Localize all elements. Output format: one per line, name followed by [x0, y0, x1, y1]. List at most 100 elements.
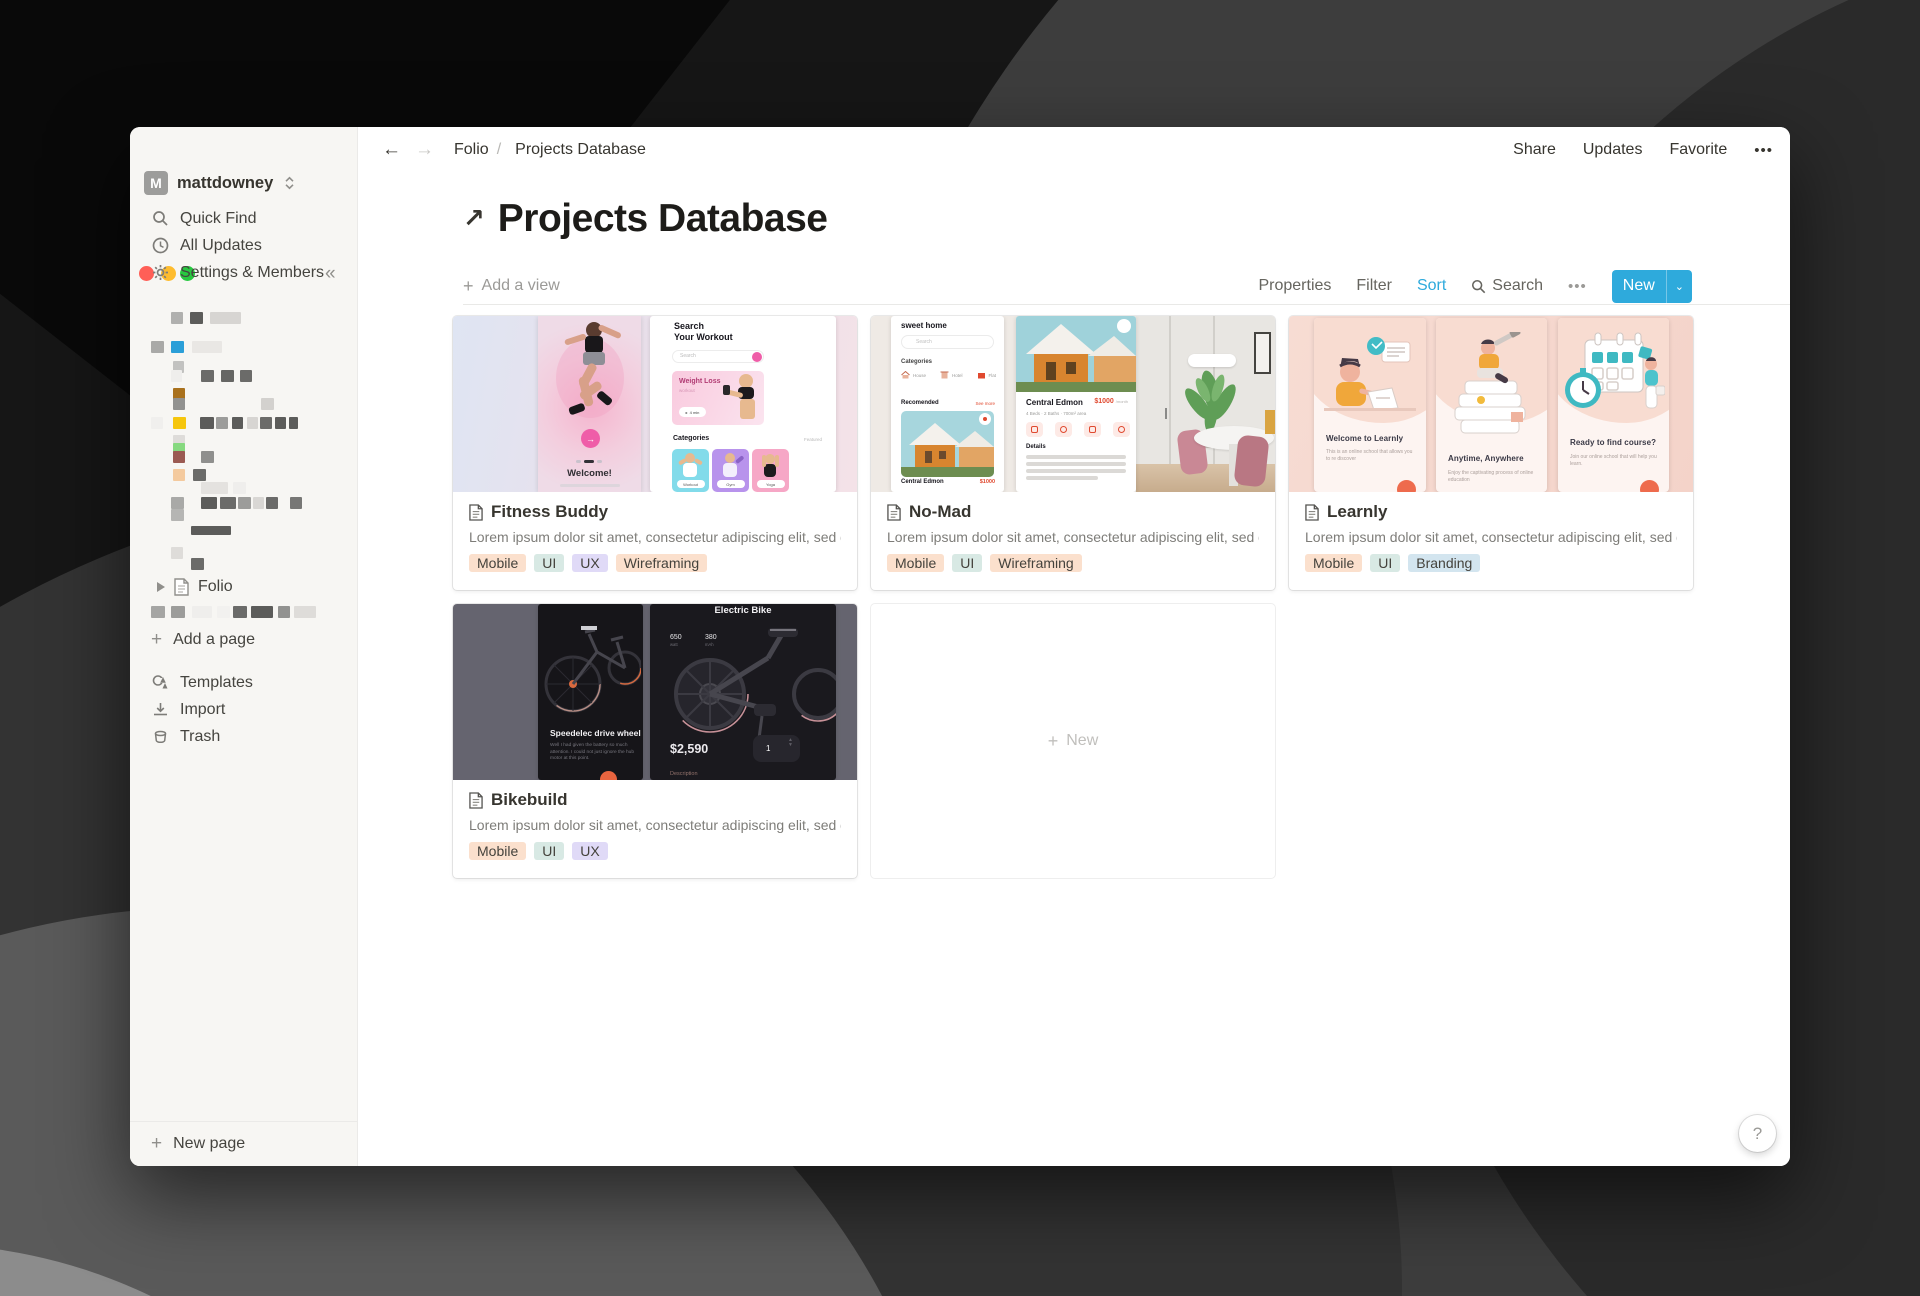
- view-more-options-icon[interactable]: •••: [1568, 278, 1587, 295]
- favorite-button[interactable]: Favorite: [1669, 141, 1727, 159]
- filter-button[interactable]: Filter: [1356, 277, 1392, 295]
- breadcrumb-parent[interactable]: Folio: [454, 141, 489, 159]
- new-card-button[interactable]: + New: [871, 604, 1275, 878]
- card-title: Learnly: [1327, 502, 1387, 522]
- sort-button[interactable]: Sort: [1417, 277, 1446, 295]
- card-grid: → Welcome! Search Your Workout Search We…: [453, 316, 1693, 878]
- page-icon: [469, 792, 483, 809]
- plus-icon: +: [463, 276, 474, 297]
- redacted-block: [266, 497, 278, 509]
- new-card-label: New: [1066, 732, 1098, 750]
- redacted-block: [171, 341, 184, 353]
- redacted-block: [151, 341, 164, 353]
- phone-screen: Ready to find course? Join our online sc…: [1558, 318, 1669, 492]
- phone-screen: Anytime, Anywhere Enjoy the captivating …: [1436, 318, 1547, 492]
- category-card: Yoga: [752, 449, 789, 492]
- sidebar-menu: Quick Find All Updates Settings & Member…: [130, 205, 357, 286]
- add-view-label: Add a view: [482, 277, 560, 295]
- project-card-bikebuild[interactable]: Speedelec drive wheel Well I had given t…: [453, 604, 857, 878]
- updates-button[interactable]: Updates: [1583, 141, 1643, 159]
- text-line: [1026, 469, 1126, 473]
- page-title-row: ↗ Projects Database: [463, 197, 827, 241]
- back-arrow-icon[interactable]: ←: [382, 139, 401, 161]
- bike-price: $2,590: [670, 742, 708, 756]
- project-card-fitness-buddy[interactable]: → Welcome! Search Your Workout Search We…: [453, 316, 857, 590]
- listing-name: Central Edmon: [901, 479, 944, 485]
- redacted-block: [253, 497, 264, 509]
- share-button[interactable]: Share: [1513, 141, 1556, 159]
- breadcrumb-current[interactable]: Projects Database: [515, 141, 646, 159]
- tag: Wireframing: [616, 554, 707, 572]
- next-circle-button: [1640, 480, 1659, 492]
- calendar-stopwatch-illustration: [1561, 330, 1665, 430]
- add-view-button[interactable]: + Add a view: [463, 276, 560, 297]
- page-icon: [887, 504, 901, 521]
- featured-link: Featured: [804, 437, 822, 442]
- workspace-switcher[interactable]: M mattdowney: [144, 170, 295, 196]
- listing-price: $1000 /month: [1094, 398, 1128, 405]
- category-figure: [672, 449, 709, 481]
- new-record-dropdown[interactable]: ⌄: [1666, 270, 1692, 303]
- plus-icon: +: [1048, 731, 1059, 752]
- new-record-button[interactable]: New ⌄: [1612, 270, 1692, 303]
- card-title-row: Fitness Buddy: [469, 502, 841, 522]
- sidebar-item-templates[interactable]: Templates: [130, 669, 357, 696]
- help-button[interactable]: ?: [1739, 1115, 1776, 1152]
- onboarding-subtext: Enjoy the captivating process of online …: [1448, 470, 1537, 484]
- card-tags: Mobile UI Wireframing: [887, 554, 1259, 572]
- duration-pill: ▸4 min: [679, 407, 706, 417]
- sidebar-item-trash[interactable]: Trash: [130, 723, 357, 750]
- card-cover-nomad: sweet home Search Categories House Hotel…: [871, 316, 1275, 492]
- sidebar-item-label: Settings & Members: [180, 264, 324, 282]
- books-telescope-illustration: [1441, 332, 1541, 444]
- sidebar-item-quick-find[interactable]: Quick Find: [130, 205, 357, 232]
- sidebar-item-all-updates[interactable]: All Updates: [130, 232, 357, 259]
- search-button[interactable]: Search: [1471, 277, 1543, 295]
- more-options-icon[interactable]: •••: [1754, 142, 1773, 159]
- redacted-block: [260, 417, 272, 429]
- decor-shape: [1169, 316, 1171, 466]
- add-a-page-button[interactable]: + Add a page: [130, 626, 357, 654]
- app-name: sweet home: [901, 321, 947, 330]
- gear-icon: [152, 264, 169, 281]
- quantity-value: 1: [766, 744, 770, 753]
- redacted-block: [294, 606, 316, 618]
- sidebar-item-folio[interactable]: Folio: [130, 573, 357, 601]
- sidebar-item-import[interactable]: Import: [130, 696, 357, 723]
- expand-toggle-icon[interactable]: [157, 582, 165, 592]
- properties-button[interactable]: Properties: [1258, 277, 1331, 295]
- search-icon: [152, 210, 169, 227]
- trash-icon: [152, 728, 169, 745]
- project-card-learnly[interactable]: Welcome to Learnly This is an online sch…: [1289, 316, 1693, 590]
- workspace-avatar: M: [144, 171, 168, 195]
- forward-arrow-icon[interactable]: →: [415, 139, 434, 161]
- redacted-block: [171, 370, 182, 382]
- add-a-page-label: Add a page: [173, 631, 255, 649]
- category-card: Gym: [712, 449, 749, 492]
- tag: UI: [534, 842, 564, 860]
- project-card-no-mad[interactable]: sweet home Search Categories House Hotel…: [871, 316, 1275, 590]
- redacted-block: [191, 526, 231, 535]
- sidebar-item-settings[interactable]: Settings & Members: [130, 259, 357, 286]
- new-page-label: New page: [173, 1135, 245, 1153]
- redacted-block: [193, 469, 206, 481]
- category-label: Gym: [717, 480, 745, 488]
- feature-icon: [1055, 422, 1072, 437]
- tag: UI: [534, 554, 564, 572]
- redacted-block: [232, 417, 243, 429]
- card-title: Bikebuild: [491, 790, 568, 810]
- sidebar-item-label: Quick Find: [180, 210, 256, 228]
- redacted-block: [251, 606, 273, 618]
- onboarding-subtext: This is an online school that allows you…: [1326, 449, 1416, 463]
- phone-screen: Speedelec drive wheel Well I had given t…: [538, 604, 643, 780]
- recommended-title: Recomended: [901, 400, 939, 406]
- onboarding-subtext: Join our online school that will help yo…: [1570, 454, 1659, 468]
- category-row: House Hotel Flat: [901, 371, 997, 379]
- redacted-block: [171, 312, 183, 324]
- phone-screen: sweet home Search Categories House Hotel…: [891, 316, 1004, 492]
- weight-loss-title: Weight Loss: [679, 378, 720, 385]
- onboarding-title: Welcome to Learnly: [1326, 434, 1403, 443]
- new-page-button[interactable]: + New page: [130, 1121, 357, 1166]
- tag: Branding: [1408, 554, 1480, 572]
- redacted-block: [200, 417, 214, 429]
